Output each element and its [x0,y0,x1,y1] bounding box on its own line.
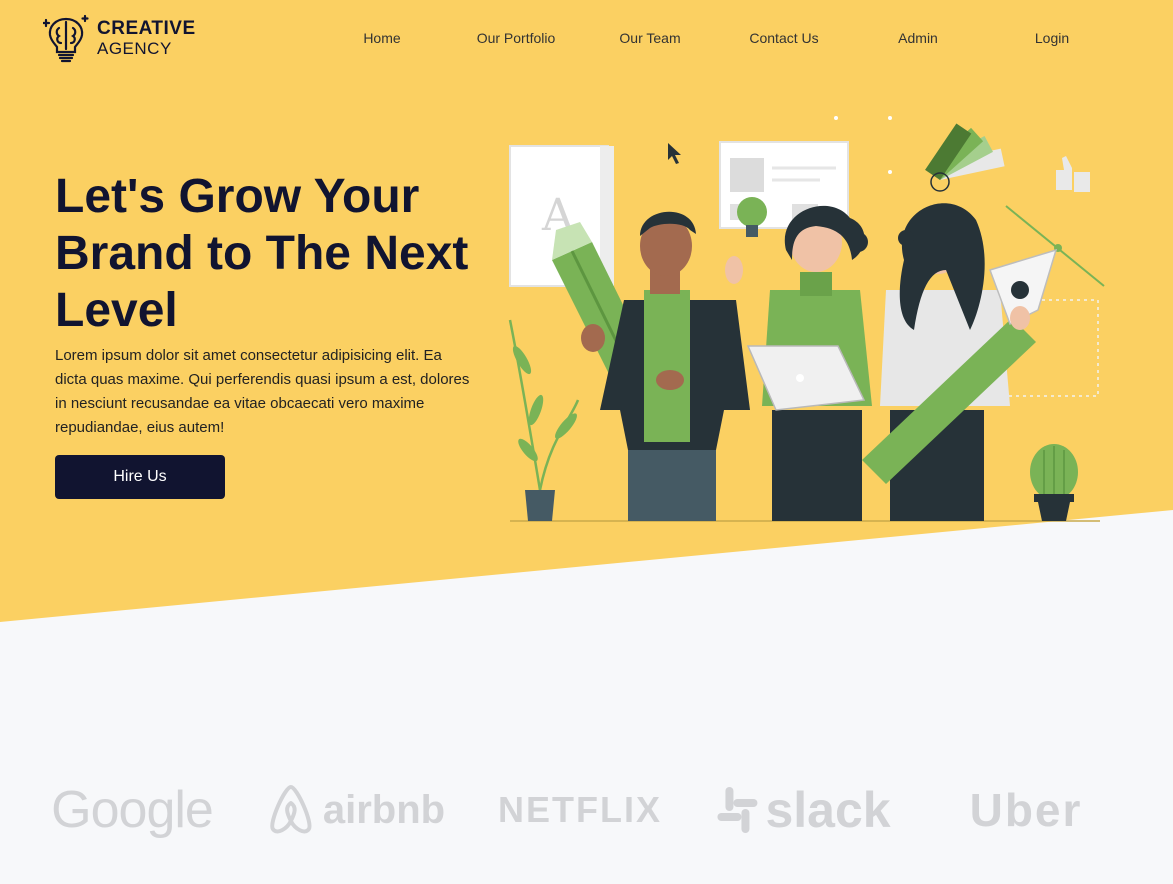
nav-link-home[interactable]: Home [363,30,400,46]
client-logo-uber: Uber [970,770,1083,850]
client-name: NETFLIX [498,789,662,830]
person-woman-graphic [862,203,1058,521]
brain-bulb-icon [43,14,89,63]
plant-left-graphic [508,319,580,521]
brand-name-line2: AGENCY [97,39,172,58]
brand-logo[interactable]: CREATIVE AGENCY [43,14,196,64]
airbnb-icon [270,785,312,834]
hero-title: Let's Grow Your Brand to The Next Level [55,170,469,337]
cactus-graphic [1030,444,1078,521]
slack-icon [717,787,758,833]
person-woman-graphic [725,205,872,521]
client-logos: Google airbnb NETFLIX slack Uber [0,770,1173,850]
lightbulb-graphic [737,197,767,237]
client-name: slack [765,782,891,838]
nav-link-contact-us[interactable]: Contact Us [749,30,818,46]
nav-link-login[interactable]: Login [1035,30,1069,46]
nav-link-admin[interactable]: Admin [898,30,938,46]
nav-link-our-portfolio[interactable]: Our Portfolio [477,30,556,46]
client-logo-slack: slack [715,770,891,850]
client-name: airbnb [322,787,446,832]
color-swatch-graphic [925,123,1005,192]
client-logo-google: Google [51,770,214,850]
client-logo-netflix: NETFLIX [498,770,662,850]
client-logo-airbnb: airbnb [267,770,445,850]
team-illustration: A [508,116,1105,522]
nav-link-our-team[interactable]: Our Team [619,30,680,46]
hero-description: Lorem ipsum dolor sit amet consectetur a… [55,347,470,436]
client-name: Google [51,781,214,839]
client-name: Uber [969,784,1083,836]
hire-us-button[interactable]: Hire Us [55,455,225,499]
brand-name-line1: CREATIVE [97,18,196,39]
